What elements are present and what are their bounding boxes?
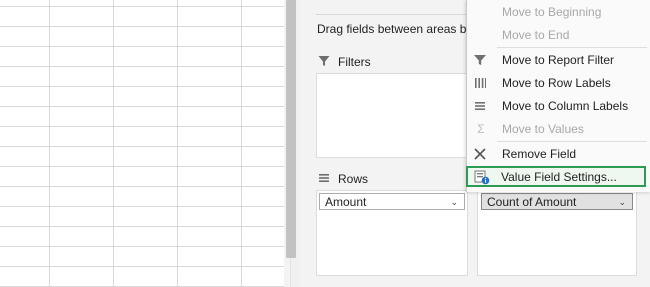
menu-item-label: Move to Beginning (502, 5, 602, 19)
menu-item-label: Value Field Settings... (501, 170, 617, 184)
filter-icon (473, 53, 489, 67)
rows-icon (318, 172, 330, 184)
menu-item-move-to-column-labels[interactable]: Move to Column Labels (467, 95, 650, 117)
menu-item-label: Move to End (502, 28, 570, 42)
filters-label: Filters (338, 55, 371, 69)
filters-area-header: Filters (318, 55, 438, 71)
filters-drop-area[interactable] (316, 73, 468, 158)
column-labels-icon (473, 99, 489, 113)
menu-separator (497, 141, 647, 142)
menu-item-label: Move to Values (502, 122, 584, 136)
spreadsheet-grid[interactable] (0, 0, 284, 287)
menu-item-label: Remove Field (502, 147, 577, 161)
field-context-menu: Move to Beginning Move to End Move to Re… (466, 0, 650, 192)
rows-field-amount[interactable]: Amount ⌄ (319, 193, 465, 210)
field-settings-icon (474, 170, 490, 185)
values-field-count-of-amount[interactable]: Count of Amount ⌄ (481, 193, 633, 210)
sigma-icon: Σ (477, 122, 485, 136)
menu-item-value-field-settings[interactable]: Value Field Settings... (466, 166, 646, 187)
row-labels-icon (473, 76, 489, 90)
vertical-scrollbar-thumb[interactable] (286, 0, 296, 258)
menu-item-move-to-beginning[interactable]: Move to Beginning (467, 1, 650, 23)
rows-field-label: Amount (325, 195, 367, 209)
menu-item-label: Move to Column Labels (502, 99, 629, 113)
menu-item-move-to-report-filter[interactable]: Move to Report Filter (467, 49, 650, 71)
menu-item-label: Move to Row Labels (502, 76, 611, 90)
menu-item-move-to-row-labels[interactable]: Move to Row Labels (467, 72, 650, 94)
values-drop-area[interactable]: Count of Amount ⌄ (477, 190, 637, 276)
menu-item-remove-field[interactable]: Remove Field (467, 143, 650, 165)
chevron-down-icon[interactable]: ⌄ (618, 194, 626, 211)
menu-separator (497, 47, 647, 48)
close-icon (473, 147, 489, 161)
rows-drop-area[interactable]: Amount ⌄ (316, 190, 468, 276)
menu-item-label: Move to Report Filter (502, 53, 615, 67)
rows-area-header: Rows (318, 172, 438, 188)
menu-item-move-to-end[interactable]: Move to End (467, 24, 650, 46)
menu-item-move-to-values[interactable]: Σ Move to Values (467, 118, 650, 140)
filter-icon (318, 55, 330, 67)
values-field-label: Count of Amount (487, 195, 577, 209)
chevron-down-icon[interactable]: ⌄ (450, 194, 458, 211)
rows-label: Rows (338, 172, 369, 186)
